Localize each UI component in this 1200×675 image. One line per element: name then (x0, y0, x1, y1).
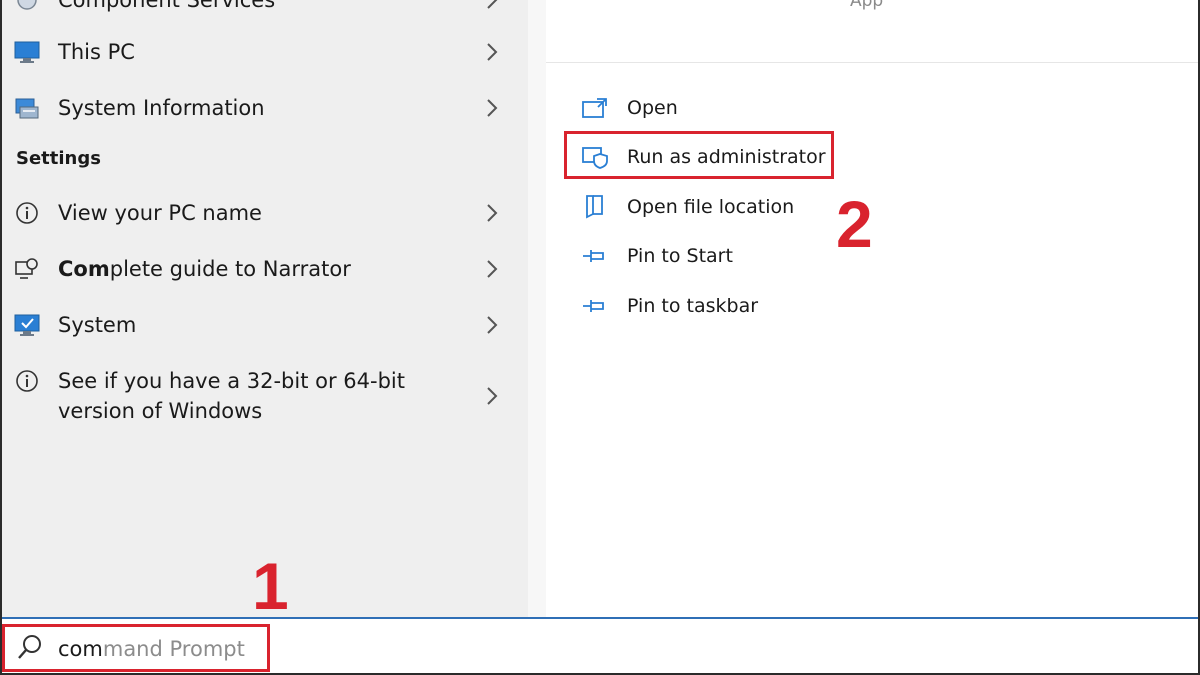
action-open-file-location[interactable]: Open file location (580, 187, 840, 227)
chevron-right-icon[interactable] (482, 257, 502, 281)
search-highlight (2, 624, 270, 672)
result-narrator-guide[interactable]: Complete guide to Narrator (2, 241, 528, 297)
result-this-pc[interactable]: This PC (2, 24, 528, 80)
chevron-right-icon[interactable] (482, 40, 502, 64)
result-label: This PC (58, 40, 135, 64)
chevron-right-icon[interactable] (482, 96, 502, 120)
search-results-panel: Component Services This PC System Inform… (2, 0, 528, 617)
settings-heading: Settings (16, 148, 101, 169)
action-label: Open file location (627, 196, 795, 218)
chevron-right-icon[interactable] (482, 313, 502, 337)
step-1-marker: 1 (252, 549, 289, 623)
chevron-right-icon[interactable] (482, 201, 502, 225)
system-information-icon (14, 95, 40, 121)
result-label: See if you have a 32-bit or 64-bit versi… (58, 369, 405, 423)
result-label: View your PC name (58, 201, 262, 225)
app-header: App (546, 0, 1198, 63)
folder-icon (580, 192, 610, 222)
result-label: System (58, 313, 137, 337)
action-open[interactable]: Open (580, 88, 840, 128)
action-pin-to-taskbar[interactable]: Pin to taskbar (580, 286, 840, 326)
result-label: Complete guide to Narrator (58, 257, 351, 281)
pin-icon (580, 291, 610, 321)
result-label: System Information (58, 96, 265, 120)
result-system-information[interactable]: System Information (2, 80, 528, 136)
info-icon (14, 368, 40, 394)
result-system[interactable]: System (2, 297, 528, 353)
info-icon (14, 200, 40, 226)
match-highlight: Com (58, 257, 110, 281)
chevron-right-icon[interactable] (482, 0, 502, 12)
open-icon (580, 93, 610, 123)
chevron-right-icon[interactable] (482, 384, 502, 408)
narrator-icon (14, 256, 40, 282)
panel-divider (528, 0, 546, 617)
component-services-icon (14, 0, 40, 13)
step-2-marker: 2 (836, 187, 873, 261)
result-label: Component Services (58, 0, 276, 12)
run-as-admin-highlight (564, 131, 834, 179)
label-rest: plete guide to Narrator (109, 257, 351, 281)
result-32-64-bit[interactable]: See if you have a 32-bit or 64-bit versi… (2, 364, 528, 428)
action-label: Pin to taskbar (627, 295, 759, 317)
app-type-label: App (850, 0, 884, 11)
monitor-icon (14, 39, 40, 65)
pin-icon (580, 241, 610, 271)
action-pin-to-start[interactable]: Pin to Start (580, 236, 840, 276)
result-view-pc-name[interactable]: View your PC name (2, 185, 528, 241)
action-label: Open (627, 97, 678, 119)
action-label: Pin to Start (627, 245, 733, 267)
system-monitor-icon (14, 312, 40, 338)
